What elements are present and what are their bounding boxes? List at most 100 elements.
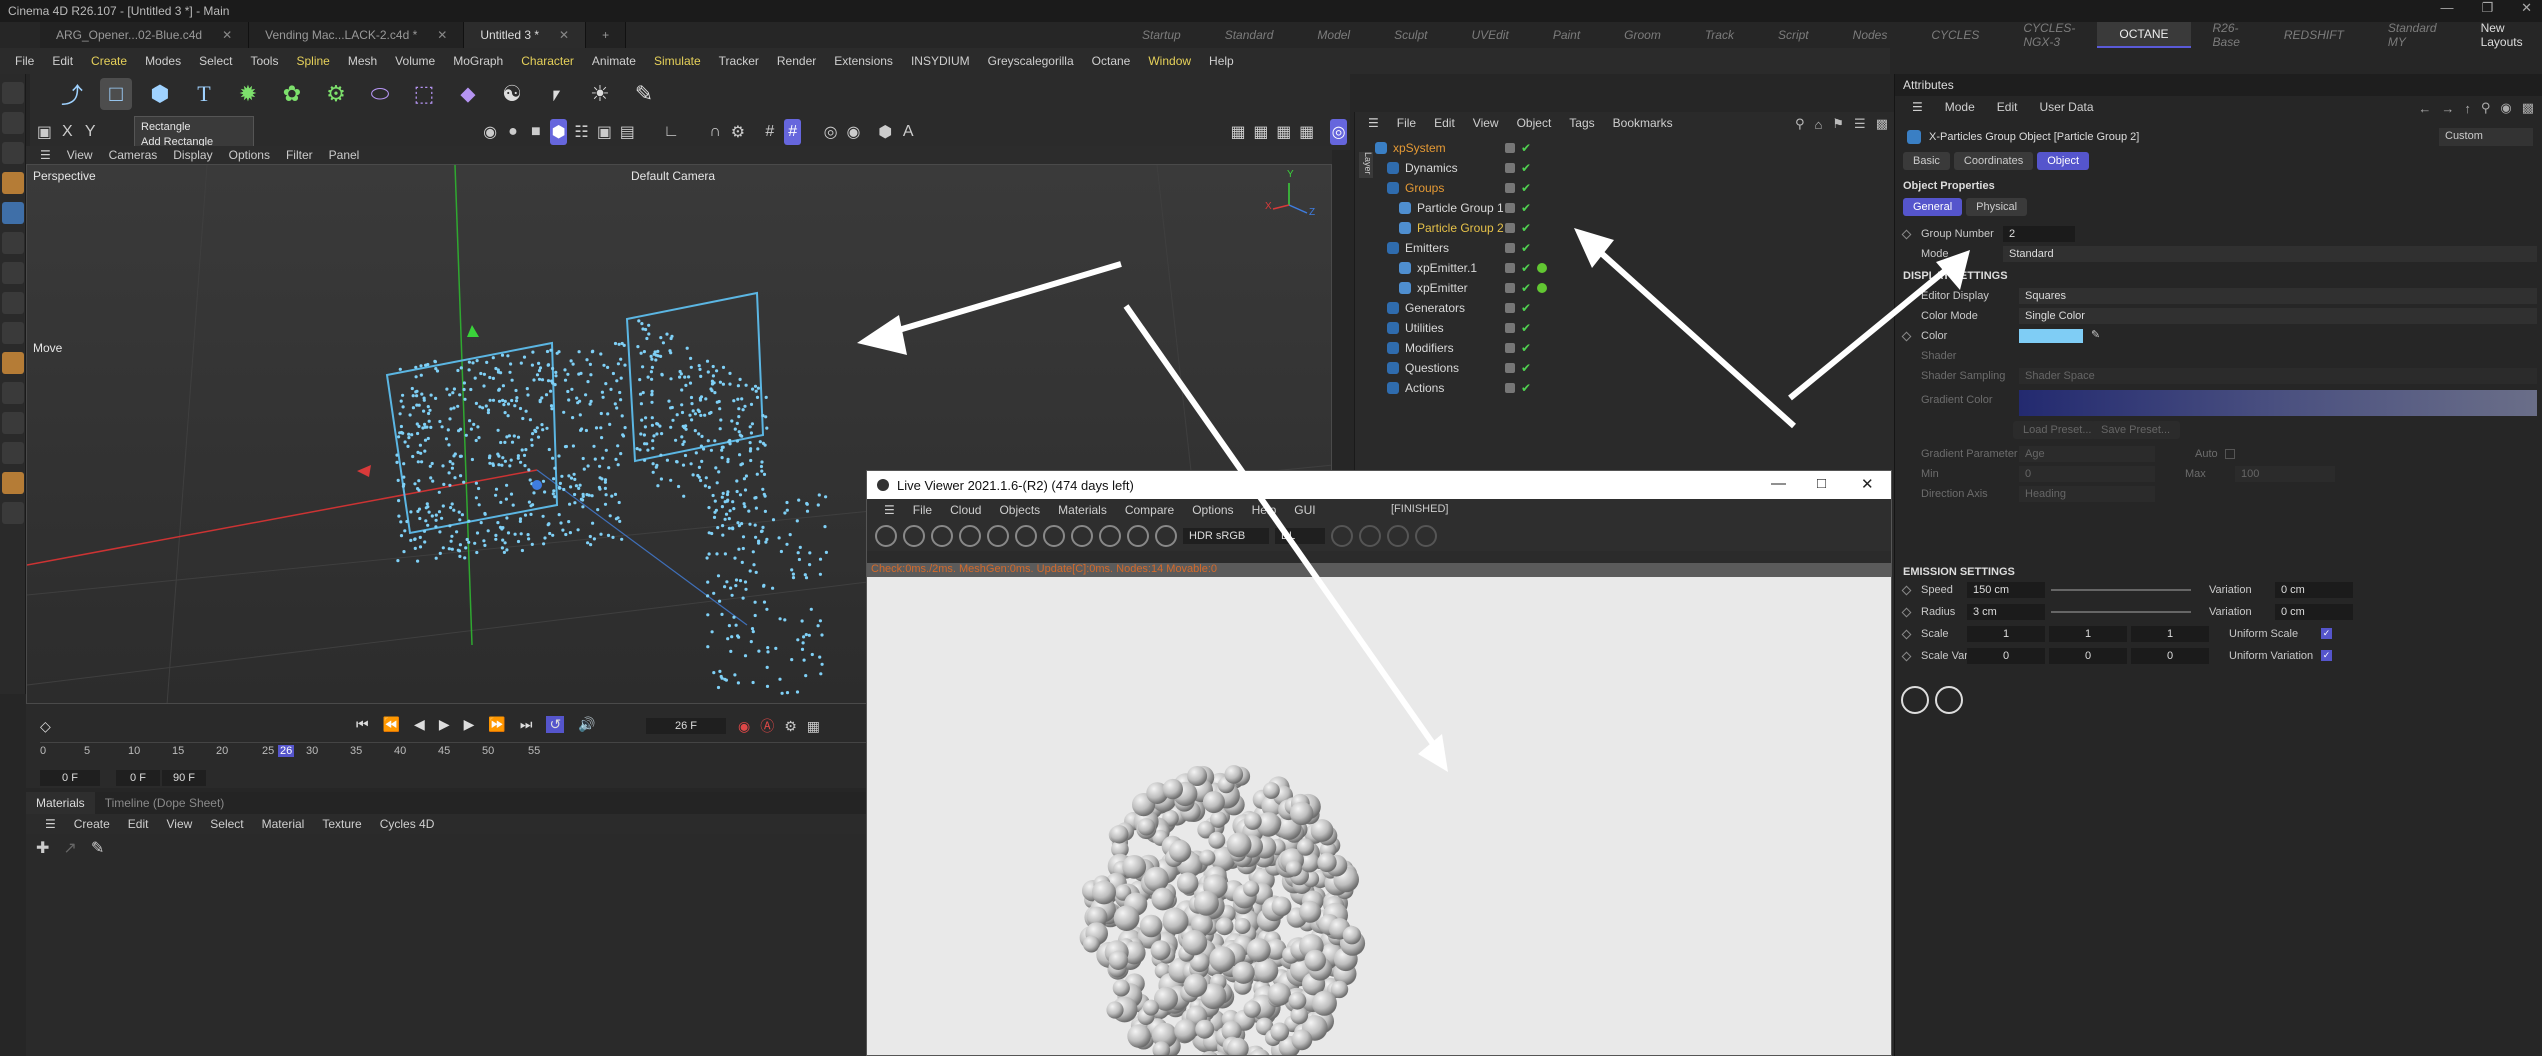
materials-menu-edit[interactable]: Edit: [119, 817, 158, 831]
coord-x-button[interactable]: X: [59, 119, 76, 145]
object-mode-icon[interactable]: ▤: [619, 119, 636, 145]
object-row[interactable]: Dynamics ✔: [1355, 158, 1895, 178]
menu-volume[interactable]: Volume: [386, 54, 444, 68]
field-icon[interactable]: ⬚: [408, 78, 440, 110]
rotate-tool-icon[interactable]: [2, 232, 24, 254]
preset-dropdown[interactable]: Custom: [2439, 128, 2533, 146]
lv-menu-cloud[interactable]: Cloud: [941, 503, 990, 517]
spline-pen-icon[interactable]: ⤴: [56, 78, 88, 110]
object-row[interactable]: Particle Group 1 ✔: [1355, 198, 1895, 218]
hexagon-icon[interactable]: ⬢: [877, 119, 894, 145]
play-icon[interactable]: ▶: [439, 716, 450, 733]
materials-menu-view[interactable]: View: [157, 817, 201, 831]
octane-icon[interactable]: ◎: [1330, 119, 1347, 145]
record-icon[interactable]: ◉: [738, 718, 750, 735]
enabled-check-icon[interactable]: ✔: [1521, 301, 1531, 315]
sound-icon[interactable]: 🔊: [578, 716, 595, 733]
menu-edit[interactable]: Edit: [43, 54, 82, 68]
radius-field[interactable]: 3 cm: [1967, 604, 2045, 620]
layout-tab-track[interactable]: Track: [1683, 28, 1756, 42]
layout-tab-octane[interactable]: OCTANE: [2097, 22, 2191, 48]
sculpt-tool-icon[interactable]: [2, 472, 24, 494]
layout-tab-cycles-ngx-3[interactable]: CYCLES-NGX-3: [2001, 21, 2097, 49]
refresh-icon[interactable]: [1935, 686, 1963, 714]
enabled-check-icon[interactable]: ✔: [1521, 221, 1531, 235]
workplane-icon[interactable]: #: [784, 119, 802, 145]
lv-menu-icon[interactable]: ☰: [875, 503, 904, 517]
render-canvas[interactable]: [867, 577, 1891, 1055]
viewport-camera[interactable]: Default Camera: [631, 169, 715, 183]
menu-file[interactable]: File: [6, 54, 43, 68]
tab-object[interactable]: Object: [2037, 152, 2090, 170]
menu-select[interactable]: Select: [190, 54, 241, 68]
doc-tab-3[interactable]: Untitled 3 * ✕: [464, 22, 587, 48]
viewport-menu-options[interactable]: Options: [221, 148, 278, 162]
menu-simulate[interactable]: Simulate: [645, 54, 710, 68]
range-start-field[interactable]: 0 F: [116, 770, 160, 786]
om-menu-edit[interactable]: Edit: [1425, 116, 1464, 130]
deformer-icon[interactable]: ⬭: [364, 78, 396, 110]
autokey-icon[interactable]: Ⓐ: [760, 716, 774, 736]
lock-icon[interactable]: ◉: [2500, 100, 2511, 116]
current-frame-field[interactable]: 26 F: [646, 718, 726, 734]
new-layouts-button[interactable]: New Layouts: [2459, 21, 2542, 49]
scale-var-x-field[interactable]: 0: [1967, 648, 2045, 664]
knife-tool-icon[interactable]: [2, 412, 24, 434]
edges-mode-icon[interactable]: ■: [527, 119, 544, 145]
doc-tab-2[interactable]: Vending Mac...LACK-2.c4d * ✕: [249, 22, 465, 48]
materials-tab-0[interactable]: Materials: [26, 792, 95, 814]
speed-variation-field[interactable]: 0 cm: [2275, 582, 2353, 598]
uniform-scale-checkbox[interactable]: ✓: [2321, 628, 2332, 639]
start-render-icon[interactable]: [875, 525, 897, 547]
menu-create[interactable]: Create: [82, 54, 136, 68]
settings-icon[interactable]: [987, 525, 1009, 547]
key-settings-icon[interactable]: ⚙: [784, 718, 797, 735]
kernel-dropdown[interactable]: DL: [1275, 528, 1325, 544]
om-menu-file[interactable]: File: [1388, 116, 1425, 130]
speed-field[interactable]: 150 cm: [1967, 582, 2045, 598]
object-row[interactable]: Questions ✔: [1355, 358, 1895, 378]
subtab-physical[interactable]: Physical: [1966, 198, 2028, 216]
viewport-menu-filter[interactable]: Filter: [278, 148, 321, 162]
back-arrow-icon[interactable]: ←: [2418, 101, 2431, 116]
film-clap-icon[interactable]: ▣: [36, 119, 53, 145]
pivot-icon[interactable]: ◉: [482, 119, 499, 145]
enabled-check-icon[interactable]: ✔: [1521, 261, 1531, 275]
attr-menu-icon[interactable]: ☰: [1903, 100, 1932, 114]
menu-modes[interactable]: Modes: [136, 54, 190, 68]
object-row[interactable]: xpSystem ✔: [1355, 138, 1895, 158]
enabled-check-icon[interactable]: ✔: [1521, 161, 1531, 175]
layout-tab-model[interactable]: Model: [1295, 28, 1372, 42]
render-queue-icon[interactable]: ▦: [1275, 119, 1292, 145]
editor-visibility-icon[interactable]: [1505, 283, 1515, 293]
home-icon[interactable]: ⌂: [1815, 117, 1823, 132]
axis-mode-icon[interactable]: ∟: [663, 119, 680, 145]
paint-tool-icon[interactable]: [2, 442, 24, 464]
mode-dropdown[interactable]: Standard: [2003, 246, 2537, 262]
restart-render-icon[interactable]: [903, 525, 925, 547]
editor-visibility-icon[interactable]: [1505, 303, 1515, 313]
uniform-variation-checkbox[interactable]: ✓: [2321, 650, 2332, 661]
cube-icon[interactable]: ⬢: [144, 78, 176, 110]
close-tab-icon[interactable]: ✕: [437, 28, 447, 42]
gradient-bar[interactable]: [2019, 390, 2537, 416]
scale-z-field[interactable]: 1: [2131, 626, 2209, 642]
add-material-icon[interactable]: ✚: [36, 838, 49, 858]
cloner-icon[interactable]: ✹: [232, 78, 264, 110]
bend-icon[interactable]: ⬥: [452, 78, 484, 110]
brush-tool-icon[interactable]: [2, 382, 24, 404]
material-icon[interactable]: [1043, 525, 1065, 547]
speed-slider[interactable]: [2051, 589, 2191, 591]
render-picture-icon[interactable]: ▦: [1253, 119, 1270, 145]
motion-icon[interactable]: [1155, 525, 1177, 547]
attributes-tab[interactable]: Attributes: [1895, 74, 2542, 96]
scale-var-z-field[interactable]: 0: [2131, 648, 2209, 664]
bookmark-icon[interactable]: ⚑: [1832, 116, 1844, 132]
enabled-check-icon[interactable]: ✔: [1521, 141, 1531, 155]
render-view-icon[interactable]: ▦: [1230, 119, 1247, 145]
materials-menu-select[interactable]: Select: [201, 817, 252, 831]
om-menu-object[interactable]: Object: [1508, 116, 1561, 130]
text-icon[interactable]: T: [188, 78, 220, 110]
editor-visibility-icon[interactable]: [1505, 143, 1515, 153]
enabled-check-icon[interactable]: ✔: [1521, 181, 1531, 195]
